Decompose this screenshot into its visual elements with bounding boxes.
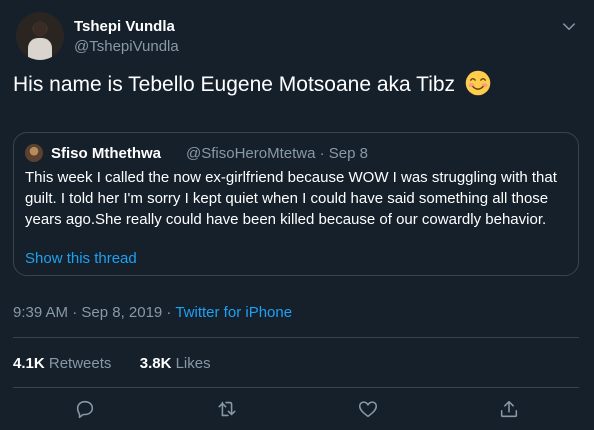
avatar-body — [28, 38, 52, 60]
likes-label: Likes — [175, 355, 211, 372]
tweet-source-link[interactable]: Twitter for iPhone — [175, 304, 292, 321]
tweet-text: His name is Tebello Eugene Motsoane aka … — [13, 73, 456, 96]
divider — [13, 337, 579, 338]
quoted-author-display-name: Sfiso Mthethwa — [51, 145, 162, 162]
like-icon[interactable] — [357, 398, 379, 420]
quoted-author-avatar — [25, 144, 43, 162]
retweets-count: 4.1K — [13, 355, 45, 372]
likes-count: 3.8K — [139, 355, 172, 372]
show-thread-link[interactable]: Show this thread — [25, 250, 137, 267]
divider — [13, 387, 579, 388]
quoted-tweet-card[interactable]: Sfiso Mthethwa @SfisoHeroMtetwa · Sep 8 … — [13, 132, 579, 276]
tweet-body: His name is Tebello Eugene Motsoane aka … — [13, 70, 491, 100]
avatar-head — [33, 21, 47, 37]
author-handle[interactable]: @TshepiVundla — [74, 38, 179, 55]
tweet-header: Tshepi Vundla @TshepiVundla — [16, 10, 578, 60]
tweet-actions — [0, 398, 594, 424]
retweet-icon[interactable] — [216, 398, 238, 420]
share-icon[interactable] — [498, 398, 520, 420]
tweet-meta: 9:39 AM · Sep 8, 2019 · Twitter for iPho… — [13, 304, 292, 321]
quoted-author-handle-date: @SfisoHeroMtetwa · Sep 8 — [186, 145, 368, 162]
smiling-face-emoji-icon — [465, 70, 491, 96]
tweet-timestamp[interactable]: 9:39 AM · Sep 8, 2019 · — [13, 304, 171, 321]
retweets-label: Retweets — [48, 355, 112, 372]
tweet-stats: 4.1K Retweets 3.8K Likes — [13, 355, 211, 372]
reply-icon[interactable] — [74, 398, 96, 420]
retweets-stat[interactable]: 4.1K Retweets — [13, 355, 111, 372]
quoted-tweet-text: This week I called the now ex-girlfriend… — [25, 169, 557, 228]
author-avatar[interactable] — [16, 12, 64, 60]
likes-stat[interactable]: 3.8K Likes — [140, 355, 211, 372]
author-display-name[interactable]: Tshepi Vundla — [74, 18, 175, 35]
chevron-down-icon[interactable] — [560, 18, 578, 36]
